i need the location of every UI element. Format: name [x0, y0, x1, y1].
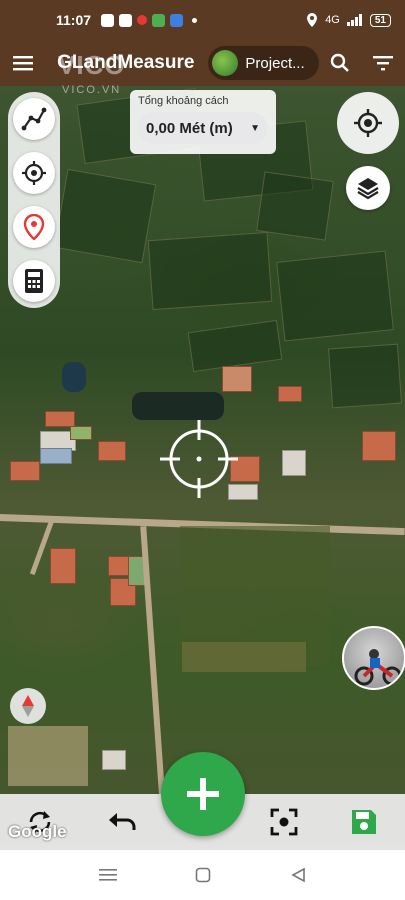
map-building	[50, 548, 76, 584]
map-field	[182, 642, 306, 672]
status-bar: 11:07 4G 51	[0, 0, 405, 40]
chevron-down-icon: ▼	[250, 122, 260, 134]
map-field	[187, 319, 283, 373]
undo-button[interactable]	[102, 802, 142, 842]
center-focus-icon	[270, 808, 298, 836]
distance-label: Tổng khoảng cách	[138, 95, 229, 107]
compass-icon	[22, 695, 34, 717]
facebook-notification-icon	[101, 13, 115, 27]
my-location-button[interactable]	[337, 92, 399, 154]
target-icon	[22, 161, 46, 185]
map-road	[140, 526, 166, 806]
search-button[interactable]	[319, 40, 362, 86]
back-button[interactable]	[278, 855, 318, 895]
add-icon	[187, 778, 219, 810]
more-notifications-icon	[192, 17, 198, 23]
map-pond	[62, 362, 86, 392]
messenger-notification-icon	[170, 13, 184, 27]
project-label: Project...	[245, 54, 305, 72]
motorbike-icon	[354, 649, 402, 686]
map-building	[10, 461, 40, 481]
filter-button[interactable]	[362, 40, 405, 86]
save-icon	[352, 810, 376, 834]
watermark-sub: VICO.VN	[62, 84, 122, 96]
map-crosshair	[158, 418, 240, 500]
polyline-icon	[21, 107, 47, 131]
calculator-tool-button[interactable]	[13, 260, 55, 302]
map-building	[362, 431, 396, 461]
left-toolbar	[8, 92, 60, 308]
save-button[interactable]	[344, 802, 384, 842]
center-focus-button[interactable]	[264, 802, 304, 842]
map-building	[222, 366, 252, 392]
map-field	[276, 250, 394, 342]
recents-button[interactable]	[88, 855, 128, 895]
layers-icon	[357, 178, 379, 200]
menu-button[interactable]	[0, 40, 45, 86]
map-pond	[132, 392, 224, 420]
map-clearing	[8, 726, 88, 786]
map-building	[40, 448, 72, 464]
project-selector[interactable]: Project...	[208, 46, 319, 80]
home-icon	[195, 867, 210, 883]
map-building	[98, 441, 126, 461]
distance-unit-dropdown[interactable]: 0,00 Mét (m) ▼	[138, 112, 268, 144]
project-avatar	[212, 50, 239, 76]
app-notification-icon	[119, 13, 133, 27]
menu-icon	[12, 56, 33, 71]
map-field	[147, 231, 273, 311]
map-building	[102, 750, 126, 770]
map-field	[53, 168, 157, 264]
map-field	[256, 171, 334, 241]
distance-panel: Tổng khoảng cách 0,00 Mét (m) ▼	[130, 90, 276, 154]
calculator-icon	[25, 269, 43, 293]
crosshair-icon	[160, 420, 238, 498]
map-field	[327, 343, 403, 409]
signal-icon	[346, 14, 362, 26]
status-right: 4G 51	[306, 13, 391, 27]
location-status-icon	[307, 13, 318, 27]
street-view-thumbnail[interactable]	[342, 626, 405, 690]
compass-button[interactable]	[10, 688, 46, 724]
notification-icons	[101, 13, 198, 27]
map-building	[282, 450, 306, 476]
map-building	[70, 426, 92, 440]
status-time: 11:07	[56, 12, 92, 28]
home-button[interactable]	[183, 855, 223, 895]
polyline-tool-button[interactable]	[13, 98, 55, 140]
search-icon	[331, 53, 350, 72]
system-nav-bar	[0, 850, 405, 900]
battery-icon: 51	[369, 13, 391, 27]
filter-icon	[373, 56, 394, 71]
pin-tool-button[interactable]	[13, 206, 55, 248]
distance-value: 0,00 Mét (m)	[146, 119, 233, 137]
my-location-icon	[354, 109, 382, 137]
recents-icon	[98, 869, 117, 881]
map-building	[45, 411, 75, 427]
location-pin-icon	[23, 214, 45, 240]
google-logo: Google	[8, 822, 67, 841]
network-type: 4G	[325, 14, 340, 26]
map-building	[278, 386, 302, 402]
alert-notification-icon	[137, 15, 148, 25]
watermark: VICO	[58, 50, 126, 80]
back-icon	[290, 867, 305, 883]
target-tool-button[interactable]	[13, 152, 55, 194]
chat-notification-icon	[152, 13, 166, 27]
layers-button[interactable]	[346, 166, 390, 210]
add-point-button[interactable]	[161, 752, 245, 836]
undo-icon	[109, 813, 136, 830]
